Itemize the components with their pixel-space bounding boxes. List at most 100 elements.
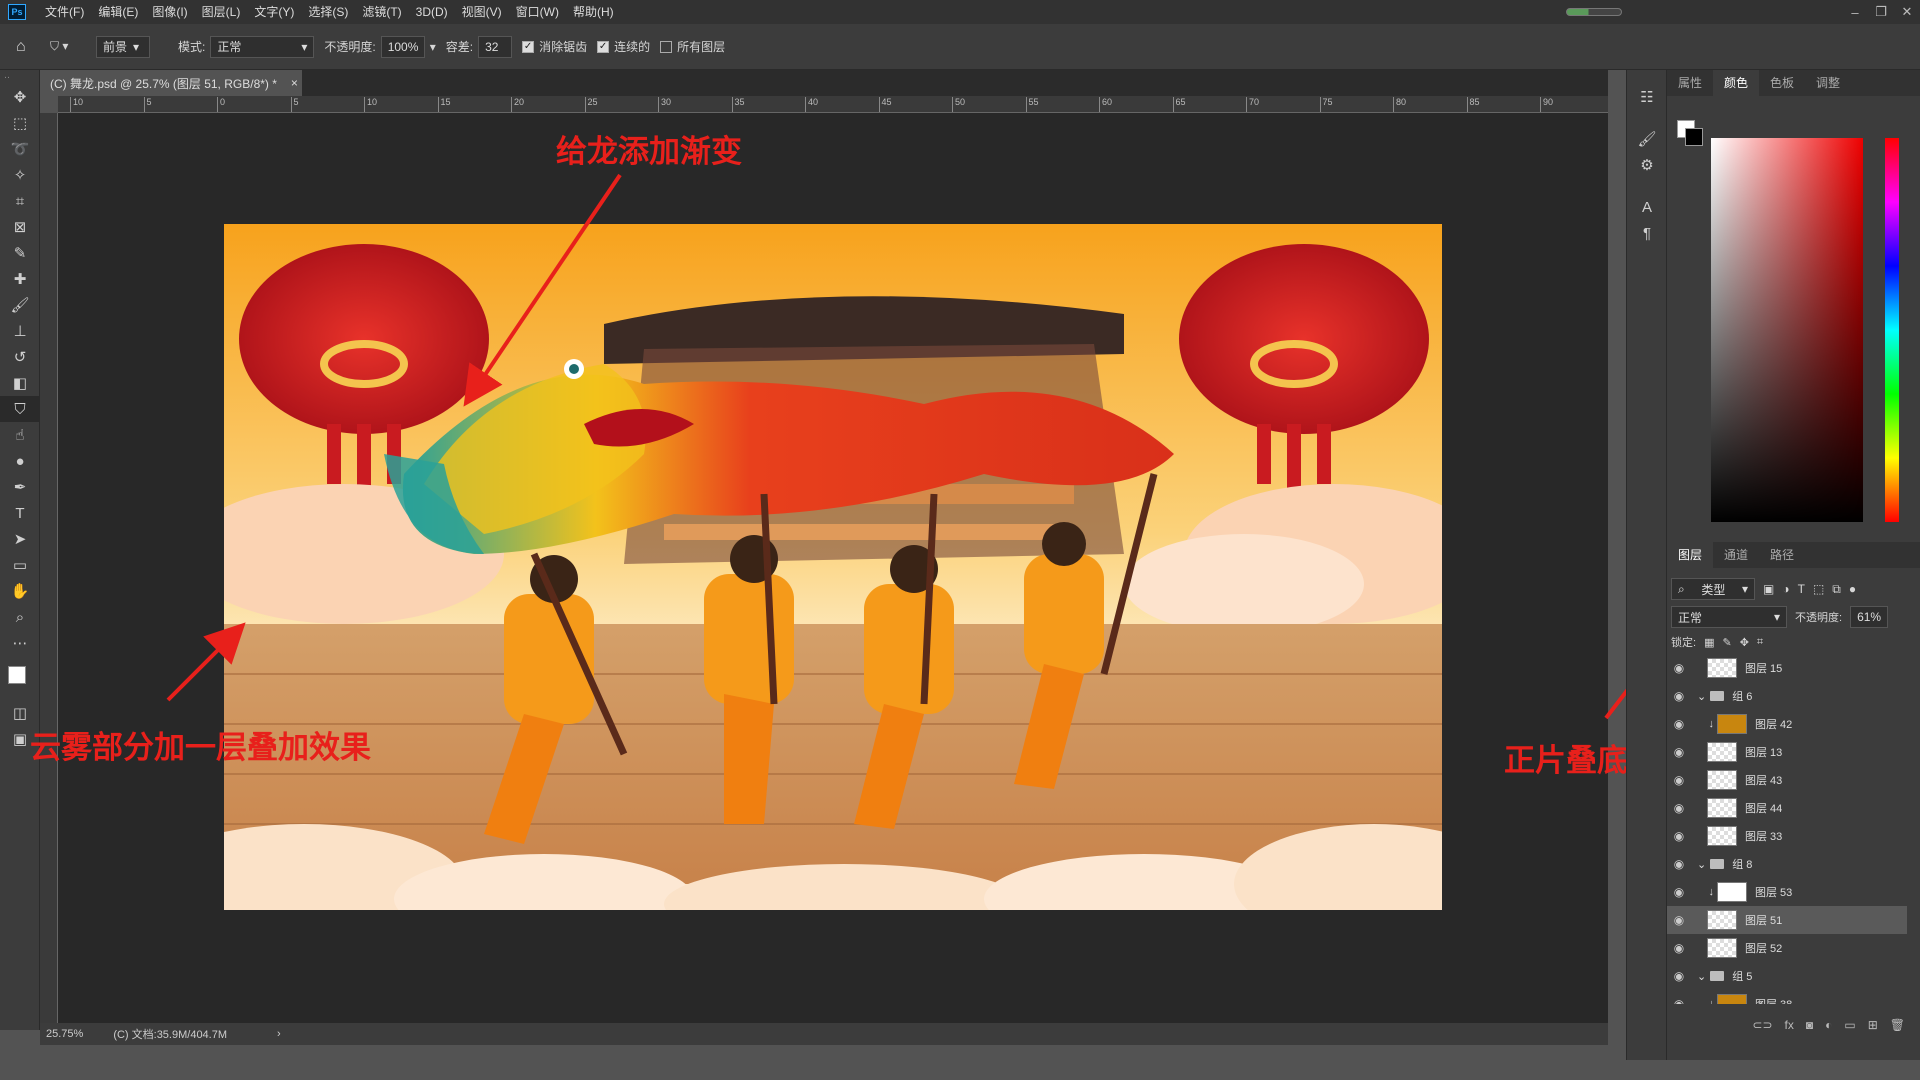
visibility-eye-icon[interactable]: ◉	[1667, 997, 1691, 1004]
visibility-eye-icon[interactable]: ◉	[1667, 969, 1691, 983]
menu-item[interactable]: 图像(I)	[145, 0, 194, 24]
healing-brush-tool-icon[interactable]: ✚	[0, 266, 40, 292]
chevron-right-icon[interactable]: ›	[277, 1028, 281, 1040]
character-panel-icon[interactable]: A	[1627, 194, 1667, 220]
adjustments-panel-icon[interactable]: ⚙	[1627, 152, 1667, 178]
rectangle-tool-icon[interactable]: ▭	[0, 552, 40, 578]
hue-slider[interactable]	[1885, 138, 1899, 522]
document-tab[interactable]: (C) 舞龙.psd @ 25.7% (图层 51, RGB/8*) * ×	[40, 70, 302, 96]
layer-row[interactable]: ◉ 图层 43	[1667, 766, 1907, 794]
panel-tab[interactable]: 通道	[1713, 542, 1759, 568]
filter-adjustment-icon[interactable]: ◑	[1782, 582, 1789, 596]
blend-mode-dropdown[interactable]: 正常 ▾	[1671, 606, 1787, 628]
color-swatches[interactable]	[0, 656, 39, 700]
path-selection-tool-icon[interactable]: ➤	[0, 526, 40, 552]
menu-item[interactable]: 编辑(E)	[91, 0, 145, 24]
visibility-eye-icon[interactable]: ◉	[1667, 717, 1691, 731]
paint-bucket-preset-icon[interactable]: ⛉ ▾	[50, 39, 86, 54]
new-group-icon[interactable]: ▭	[1844, 1018, 1855, 1032]
new-layer-icon[interactable]: ⊞	[1868, 1018, 1878, 1032]
filter-pixel-icon[interactable]: ▣	[1763, 582, 1774, 596]
lock-transparency-icon[interactable]: ▦	[1704, 636, 1714, 649]
menu-item[interactable]: 3D(D)	[409, 0, 455, 24]
panel-tab[interactable]: 图层	[1667, 542, 1714, 568]
visibility-eye-icon[interactable]: ◉	[1667, 661, 1691, 675]
layer-filter-dropdown[interactable]: ⌕ 类型 ▾	[1671, 578, 1755, 600]
contiguous-checkbox[interactable]: ✓	[597, 40, 610, 53]
menu-item[interactable]: 窗口(W)	[509, 0, 566, 24]
panel-tab[interactable]: 属性	[1667, 70, 1713, 96]
visibility-eye-icon[interactable]: ◉	[1667, 857, 1691, 871]
layer-opacity-input[interactable]: 61%	[1850, 606, 1889, 628]
panel-tab[interactable]: 路径	[1759, 542, 1805, 568]
minimize-icon[interactable]: –	[1842, 5, 1868, 20]
menu-item[interactable]: 文件(F)	[38, 0, 91, 24]
menu-item[interactable]: 文字(Y)	[247, 0, 301, 24]
lock-artboard-icon[interactable]: ⌗	[1757, 636, 1763, 649]
dodge-tool-icon[interactable]: ●	[0, 448, 40, 474]
restore-icon[interactable]: ❐	[1868, 4, 1894, 20]
magic-wand-tool-icon[interactable]: ✧	[0, 162, 40, 188]
artwork-dragon-dance[interactable]	[224, 224, 1442, 910]
layer-row[interactable]: ◉ 图层 33	[1667, 822, 1907, 850]
link-layers-icon[interactable]: ⊂⊃	[1752, 1018, 1772, 1032]
panel-tab[interactable]: 颜色	[1713, 70, 1760, 96]
layer-row[interactable]: ◉ ↓ 图层 53	[1667, 878, 1907, 906]
visibility-eye-icon[interactable]: ◉	[1667, 801, 1691, 815]
pen-tool-icon[interactable]: ✒	[0, 474, 40, 500]
eraser-tool-icon[interactable]: ◧	[0, 370, 40, 396]
paint-bucket-tool-icon[interactable]: ⛉	[0, 396, 40, 422]
menu-item[interactable]: 选择(S)	[301, 0, 355, 24]
more-tools-icon[interactable]: ⋯	[0, 630, 40, 656]
visibility-eye-icon[interactable]: ◉	[1667, 913, 1691, 927]
visibility-eye-icon[interactable]: ◉	[1667, 745, 1691, 759]
opacity-input[interactable]: 100%	[380, 35, 425, 58]
zoom-tool-icon[interactable]: ⌕	[0, 604, 40, 630]
visibility-eye-icon[interactable]: ◉	[1667, 689, 1691, 703]
visibility-eye-icon[interactable]: ◉	[1667, 829, 1691, 843]
visibility-eye-icon[interactable]: ◉	[1667, 885, 1691, 899]
type-tool-icon[interactable]: T	[0, 500, 40, 526]
lock-position-icon[interactable]: ✥	[1740, 636, 1749, 649]
home-icon[interactable]: ⌂	[16, 38, 40, 56]
color-picker-field[interactable]	[1711, 138, 1863, 522]
move-tool-icon[interactable]: ✥	[0, 84, 40, 110]
filter-shape-icon[interactable]: ⬚	[1813, 582, 1824, 596]
antialias-checkbox[interactable]: ✓	[522, 40, 535, 53]
layer-row[interactable]: ◉ 图层 44	[1667, 794, 1907, 822]
close-tab-icon[interactable]: ×	[291, 76, 298, 90]
frame-tool-icon[interactable]: ⊠	[0, 214, 40, 240]
mode-dropdown[interactable]: 正常 ▾	[210, 35, 315, 58]
brush-tool-icon[interactable]: 🖌	[0, 292, 40, 318]
close-icon[interactable]: ✕	[1894, 4, 1920, 20]
visibility-eye-icon[interactable]: ◉	[1667, 773, 1691, 787]
chevron-down-icon[interactable]: ▾	[430, 40, 436, 54]
delete-layer-icon[interactable]: 🗑	[1890, 1018, 1905, 1032]
adjustment-layer-icon[interactable]: ◐	[1825, 1018, 1832, 1032]
layer-row[interactable]: ◉ ↓ 图层 38	[1667, 990, 1907, 1004]
foreground-color-swatch[interactable]	[8, 666, 26, 684]
group-expand-icon[interactable]: ⌄	[1697, 970, 1706, 983]
marquee-tool-icon[interactable]: ⬚	[0, 110, 40, 136]
layer-row[interactable]: ◉ 图层 51	[1667, 906, 1907, 934]
hand-tool-icon[interactable]: ✋	[0, 578, 40, 604]
filter-smart-object-icon[interactable]: ⧉	[1832, 582, 1841, 597]
history-panel-icon[interactable]: ☷	[1627, 84, 1667, 110]
menu-item[interactable]: 视图(V)	[455, 0, 509, 24]
menu-item[interactable]: 图层(L)	[195, 0, 248, 24]
layer-group-row[interactable]: ◉ ⌄ 组 8	[1667, 850, 1907, 878]
visibility-eye-icon[interactable]: ◉	[1667, 941, 1691, 955]
paragraph-panel-icon[interactable]: ¶	[1627, 220, 1667, 246]
tolerance-input[interactable]: 32	[478, 35, 513, 58]
smudge-tool-icon[interactable]: ☝	[0, 422, 40, 448]
background-color-chip[interactable]	[1685, 128, 1703, 146]
filter-type-icon[interactable]: T	[1798, 582, 1805, 596]
panel-tab[interactable]: 调整	[1805, 70, 1851, 96]
layer-group-row[interactable]: ◉ ⌄ 组 6	[1667, 682, 1907, 710]
history-brush-tool-icon[interactable]: ↺	[0, 344, 40, 370]
group-expand-icon[interactable]: ⌄	[1697, 858, 1706, 871]
filter-toggle-icon[interactable]: ●	[1849, 582, 1856, 596]
layer-style-icon[interactable]: fx	[1785, 1018, 1794, 1032]
all-layers-checkbox[interactable]	[660, 40, 673, 53]
layer-row[interactable]: ◉ 图层 15	[1667, 654, 1907, 682]
